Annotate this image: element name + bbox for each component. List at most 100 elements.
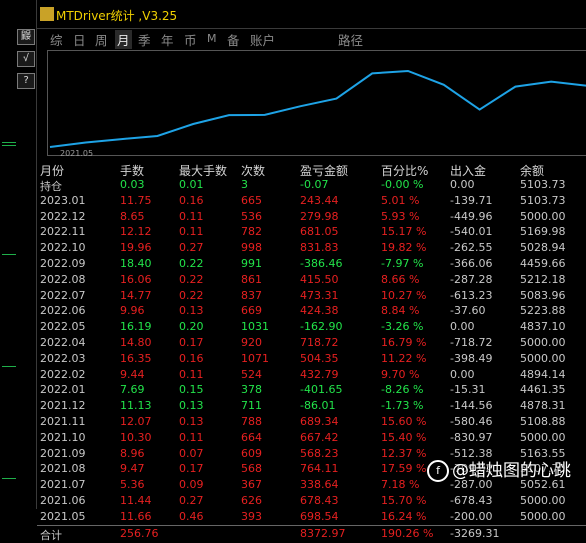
- cell-count: 536: [241, 209, 262, 223]
- cell-month: 2022.10: [40, 241, 86, 255]
- cell-pnl: 338.64: [300, 478, 339, 492]
- toolbar-button-1[interactable]: 鼹: [17, 29, 35, 45]
- cell-pnl: 243.44: [300, 193, 339, 207]
- cell-lots: 16.19: [120, 320, 152, 334]
- tab-account[interactable]: 账户: [250, 30, 275, 49]
- tab-day[interactable]: 日: [73, 30, 86, 49]
- cell-month: 2021.11: [40, 415, 86, 428]
- cell-percent: 15.70 %: [381, 494, 427, 507]
- cell-count: 669: [241, 304, 262, 318]
- cell-month: 2022.04: [40, 336, 86, 349]
- cell-percent: -0.00 %: [381, 178, 424, 191]
- cell-balance: 4461.35: [520, 383, 566, 397]
- table-row: 2022.08 16.06 0.22 861 415.50 8.66 % -287.28 52…: [37, 272, 586, 288]
- tab-notes[interactable]: 备: [227, 30, 240, 49]
- cell-lots: 5.36: [120, 478, 145, 492]
- cell-max-lots: 0.22: [179, 257, 204, 270]
- tab-year[interactable]: 年: [161, 30, 174, 49]
- cell-lots: 8.96: [120, 446, 145, 460]
- cell-percent: -7.97 %: [381, 257, 424, 270]
- cell-percent: -3.26 %: [381, 320, 424, 334]
- cell-lots: 9.47: [120, 462, 145, 476]
- cell-max-lots: 0.22: [179, 288, 204, 302]
- cell-max-lots: 0.17: [179, 336, 204, 349]
- tab-m[interactable]: M: [207, 32, 217, 45]
- cell-max-lots: 0.16: [179, 193, 204, 207]
- cell-month: 2021.12: [40, 399, 86, 413]
- cell-month: 2021.06: [40, 494, 86, 507]
- watermark-text: @蜡烛图的心跳: [452, 461, 571, 481]
- table-row: 持仓 0.03 0.01 3 -0.07 -0.00 % 0.00 5103.73: [37, 177, 586, 193]
- cell-month: 2021.10: [40, 430, 86, 444]
- equity-line: [49, 69, 586, 148]
- equity-chart: [47, 50, 586, 156]
- cell-count: 3: [241, 178, 248, 191]
- cell-percent: 16.24 %: [381, 509, 427, 523]
- left-toolbar: 鼹 √ ?: [0, 0, 36, 509]
- cell-month: 2021.05: [40, 509, 86, 523]
- cell-count: 393: [241, 509, 262, 523]
- cell-pnl: 568.23: [300, 446, 339, 460]
- cell-lots: 14.77: [120, 288, 152, 302]
- level-marker: [2, 142, 16, 143]
- cell-month: 2023.01: [40, 193, 86, 207]
- cell-pnl: 415.50: [300, 272, 339, 286]
- app-icon: [40, 7, 54, 21]
- cell-lots: 10.30: [120, 430, 152, 444]
- cell-pnl: -162.90: [300, 320, 343, 334]
- cell-balance: 5028.94: [520, 241, 566, 255]
- cell-max-lots: 0.13: [179, 304, 204, 318]
- cell-balance: 5083.96: [520, 288, 566, 302]
- cell-pnl: -401.65: [300, 383, 343, 397]
- cell-lots: 18.40: [120, 257, 152, 270]
- watermark-logo: f: [427, 460, 449, 482]
- cell-pnl: 667.42: [300, 430, 339, 444]
- cell-lots: 0.03: [120, 178, 145, 191]
- checkmark-button[interactable]: √: [17, 51, 35, 67]
- cell-balance: 5103.73: [520, 193, 566, 207]
- tab-month[interactable]: 月: [115, 30, 132, 49]
- cell-max-lots: 0.11: [179, 430, 204, 444]
- cell-deposit: 0.00: [450, 367, 475, 381]
- cell-month: 2022.01: [40, 383, 86, 397]
- cell-percent: 9.70 %: [381, 367, 420, 381]
- cell-deposit: -139.71: [450, 193, 493, 207]
- cell-lots: 11.66: [120, 509, 152, 523]
- cell-max-lots: 0.07: [179, 446, 204, 460]
- cell-deposit: -580.46: [450, 415, 493, 428]
- cell-month: 2022.08: [40, 272, 86, 286]
- cell-pnl: 678.43: [300, 494, 339, 507]
- cell-deposit: -830.97: [450, 430, 493, 444]
- table-row: 2021.11 12.07 0.13 788 689.34 15.60 % -580.46 5…: [37, 414, 586, 430]
- tab-summary[interactable]: 综: [50, 30, 63, 49]
- tab-week[interactable]: 周: [95, 30, 108, 49]
- cell-month: 持仓: [40, 180, 62, 193]
- cell-percent: 12.37 %: [381, 446, 427, 460]
- cell-percent: 8.84 %: [381, 304, 420, 318]
- help-button[interactable]: ?: [17, 73, 35, 89]
- cell-lots: 9.96: [120, 304, 145, 318]
- cell-lots: 8.65: [120, 209, 145, 223]
- cell-percent: 16.79 %: [381, 336, 427, 349]
- tab-quarter[interactable]: 季: [138, 30, 151, 49]
- cell-lots: 11.75: [120, 193, 152, 207]
- cell-balance: 5223.88: [520, 304, 566, 318]
- table-total-row: 合计 256.76 8372.97 190.26 % -3269.31: [37, 524, 586, 542]
- cell-percent: 19.82 %: [381, 241, 427, 255]
- cell-percent: 190.26 %: [381, 526, 434, 540]
- equity-chart-svg: [49, 69, 586, 148]
- tab-bar: 综 日 周 月 季 年 币 M 备 账户 路径: [37, 29, 586, 49]
- cell-pnl: -386.46: [300, 257, 343, 270]
- table-row: 2022.03 16.35 0.16 1071 504.35 11.22 % -398.49…: [37, 351, 586, 367]
- cell-balance: 5000.00: [520, 351, 566, 365]
- cell-pnl: 8372.97: [300, 526, 346, 540]
- cell-balance: 5000.00: [520, 509, 566, 523]
- cell-lots: 14.80: [120, 336, 152, 349]
- cell-percent: 15.40 %: [381, 430, 427, 444]
- cell-balance: 4459.66: [520, 257, 566, 270]
- tab-currency[interactable]: 币: [184, 30, 197, 49]
- cell-balance: 5212.18: [520, 272, 566, 286]
- level-marker: [2, 145, 16, 146]
- cell-lots: 9.44: [120, 367, 145, 381]
- tab-path[interactable]: 路径: [338, 30, 363, 49]
